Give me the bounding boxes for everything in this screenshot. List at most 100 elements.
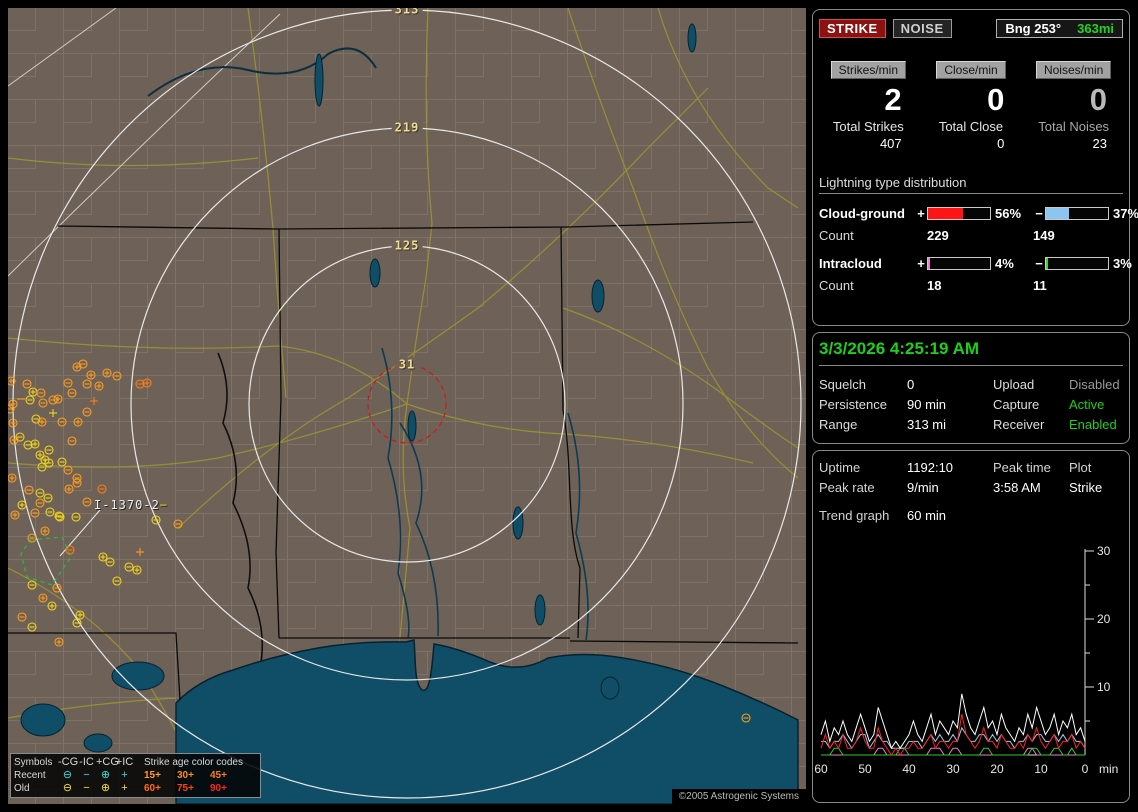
- ic-positive-bar: [927, 257, 991, 270]
- svg-text:50: 50: [858, 762, 872, 776]
- peak-rate-value: 9/min: [907, 480, 993, 495]
- strikes-per-min-chip[interactable]: Strikes/min: [831, 61, 906, 79]
- info-box: Uptime 1192:10 Peak time Plot Peak rate …: [812, 450, 1130, 803]
- status-row: Range 313 mi Receiver Enabled: [819, 414, 1123, 434]
- svg-text:0: 0: [1082, 762, 1089, 776]
- svg-text:10: 10: [1097, 680, 1111, 694]
- legend-symbols-header: Symbols: [14, 757, 58, 768]
- intracloud-row: Intracloud + 4% − 3%: [819, 252, 1123, 274]
- uptime-label: Uptime: [819, 460, 907, 475]
- stats-box: STRIKE NOISE Bng 253° 363mi Strikes/min …: [812, 9, 1130, 326]
- legend-symbol-glyph: ⊖: [58, 770, 77, 781]
- svg-text:10: 10: [1034, 762, 1048, 776]
- cg-positive-pct: 56%: [991, 206, 1033, 221]
- capture-label: Capture: [993, 397, 1069, 412]
- cg-negative-count: 149: [1033, 228, 1138, 243]
- range-ring-label: 125: [392, 238, 423, 252]
- bearing-value: Bng 253°: [1005, 21, 1061, 36]
- cg-negative-pct: 37%: [1109, 206, 1138, 221]
- svg-text:min: min: [1099, 762, 1118, 776]
- noises-per-min-value: 0: [1024, 79, 1123, 119]
- close-per-min-chip[interactable]: Close/min: [936, 61, 1005, 79]
- status-row: Persistence 90 min Capture Active: [819, 394, 1123, 414]
- storm-cell-label: I-1370-2−: [94, 498, 168, 512]
- side-panel: STRIKE NOISE Bng 253° 363mi Strikes/min …: [812, 8, 1132, 804]
- svg-text:30: 30: [946, 762, 960, 776]
- upload-label: Upload: [993, 377, 1069, 392]
- peak-time-label: Peak time: [993, 460, 1069, 475]
- noises-column: Noises/min 0 Total Noises 23: [1024, 61, 1123, 151]
- legend-age-code: 60+: [144, 783, 177, 794]
- status-box: 3/3/2026 4:25:19 AM Squelch 0 Upload Dis…: [812, 332, 1130, 444]
- range-ring-label: 219: [392, 120, 423, 134]
- svg-text:30: 30: [1097, 544, 1111, 558]
- distance-value: 363mi: [1077, 21, 1114, 36]
- legend-symbol-glyph: −: [77, 770, 96, 781]
- cloud-ground-label: Cloud-ground: [819, 206, 915, 221]
- strikes-column: Strikes/min 2 Total Strikes 407: [819, 61, 918, 151]
- peak-rate-label: Peak rate: [819, 480, 907, 495]
- receiver-status: Enabled: [1069, 417, 1123, 432]
- svg-text:60: 60: [815, 762, 828, 776]
- legend-type-header: -IC: [77, 757, 96, 768]
- squelch-value: 0: [907, 377, 993, 392]
- minus-sign: −: [1033, 256, 1045, 271]
- range-label: Range: [819, 417, 907, 432]
- svg-text:20: 20: [1097, 612, 1111, 626]
- ic-negative-bar: [1045, 257, 1109, 270]
- legend-row-label: Recent: [14, 770, 58, 781]
- capture-status: Active: [1069, 397, 1123, 412]
- map-legend: Symbols-CG-IC+CG+IC Strike age color code…: [10, 753, 261, 798]
- legend-age-code: 75+: [177, 783, 210, 794]
- trend-graph-label: Trend graph: [819, 508, 907, 523]
- legend-header-row: Symbols-CG-IC+CG+IC Strike age color code…: [14, 756, 257, 769]
- legend-type-header: +IC: [115, 757, 134, 768]
- range-value: 313 mi: [907, 417, 993, 432]
- legend-row-label: Old: [14, 783, 58, 794]
- rate-counters: Strikes/min 2 Total Strikes 407 Close/mi…: [819, 61, 1123, 151]
- persistence-value: 90 min: [907, 397, 993, 412]
- noises-per-min-chip[interactable]: Noises/min: [1036, 61, 1111, 79]
- svg-text:20: 20: [990, 762, 1004, 776]
- legend-type-header: -CG: [58, 757, 77, 768]
- legend-symbol-glyph: +: [115, 770, 134, 781]
- peak-time-value: 3:58 AM: [993, 480, 1069, 495]
- upload-status: Disabled: [1069, 377, 1123, 392]
- range-ring-label: 31: [396, 357, 418, 371]
- legend-symbol-glyph: +: [115, 783, 134, 794]
- lightning-map[interactable]: 31321912531 I-1370-2− Symbols-CG-IC+CG+I…: [8, 8, 806, 804]
- receiver-label: Receiver: [993, 417, 1069, 432]
- cg-negative-bar: [1045, 207, 1109, 220]
- status-row: Squelch 0 Upload Disabled: [819, 374, 1123, 394]
- persistence-label: Persistence: [819, 397, 907, 412]
- legend-age-code: 90+: [210, 783, 243, 794]
- legend-type-header: +CG: [96, 757, 115, 768]
- svg-text:40: 40: [902, 762, 916, 776]
- ic-negative-count: 11: [1033, 278, 1138, 293]
- cloud-ground-row: Cloud-ground + 56% − 37%: [819, 202, 1123, 224]
- intracloud-label: Intracloud: [819, 256, 915, 271]
- cg-positive-count: 229: [927, 228, 1033, 243]
- info-row: Uptime 1192:10 Peak time Plot: [819, 457, 1123, 477]
- info-row: Peak rate 9/min 3:58 AM Strike: [819, 477, 1123, 497]
- trend-graph-window: 60 min: [907, 508, 993, 523]
- legend-age-header: Strike age color codes: [144, 757, 257, 768]
- legend-symbol-glyph: ⊕: [96, 770, 115, 781]
- total-noises-value: 23: [1024, 136, 1123, 151]
- total-strikes-label: Total Strikes: [819, 119, 918, 134]
- plus-sign: +: [915, 206, 927, 221]
- close-per-min-value: 0: [922, 79, 1021, 119]
- ic-positive-count: 18: [927, 278, 1033, 293]
- close-column: Close/min 0 Total Close 0: [922, 61, 1021, 151]
- total-noises-label: Total Noises: [1024, 119, 1123, 134]
- legend-age-code: 15+: [144, 770, 177, 781]
- intracloud-count-row: Count 18 11: [819, 274, 1123, 296]
- trend-graph: 10 20 30 60 50 40 30 20 10 0 min: [815, 539, 1131, 795]
- strike-mode-button[interactable]: STRIKE: [819, 19, 886, 38]
- plot-label: Plot: [1069, 460, 1123, 475]
- mode-button-row: STRIKE NOISE Bng 253° 363mi: [819, 17, 1123, 39]
- legend-age-code: 30+: [177, 770, 210, 781]
- noise-mode-button[interactable]: NOISE: [893, 19, 952, 38]
- squelch-label: Squelch: [819, 377, 907, 392]
- legend-symbol-glyph: −: [77, 783, 96, 794]
